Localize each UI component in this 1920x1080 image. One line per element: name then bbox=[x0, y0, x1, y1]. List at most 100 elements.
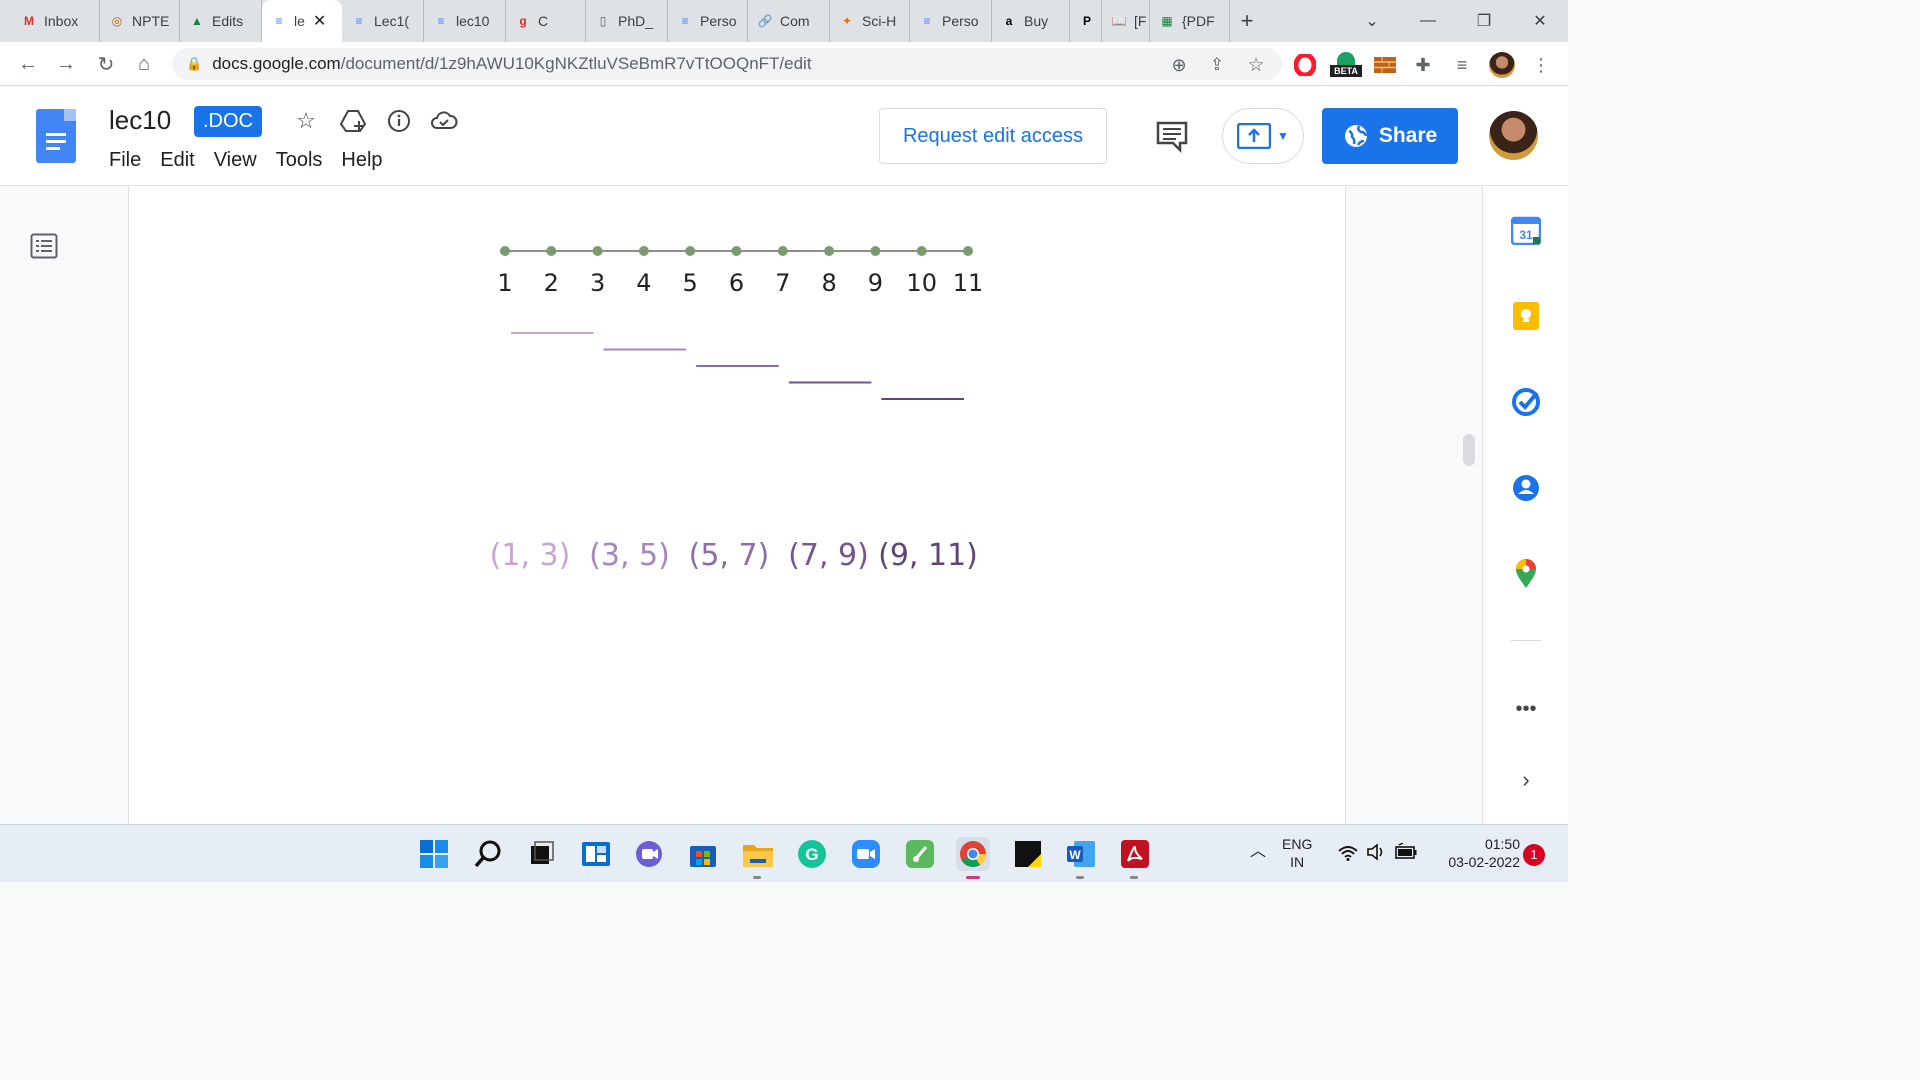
browser-tab[interactable]: a Buy bbox=[992, 0, 1070, 42]
browser-menu-icon[interactable]: ⋮ bbox=[1528, 52, 1554, 78]
volume-icon[interactable] bbox=[1366, 843, 1386, 865]
menu-help[interactable]: Help bbox=[341, 149, 382, 172]
back-icon[interactable]: ← bbox=[14, 50, 42, 78]
teams-chat-icon[interactable] bbox=[632, 837, 666, 871]
number-line-label: 10 bbox=[906, 269, 937, 297]
scrollbar-thumb[interactable] bbox=[1463, 434, 1475, 466]
browser-tab[interactable]: ◎ NPTE bbox=[100, 0, 180, 42]
sticky-notes-icon[interactable] bbox=[1011, 837, 1045, 871]
file-explorer-icon[interactable] bbox=[741, 837, 775, 879]
widgets-icon[interactable] bbox=[579, 837, 613, 871]
present-button[interactable]: ▼ bbox=[1222, 108, 1304, 164]
notification-badge[interactable]: 1 bbox=[1523, 844, 1545, 866]
browser-tab[interactable]: ≡ Lec1( bbox=[342, 0, 424, 42]
search-icon[interactable] bbox=[471, 837, 505, 871]
info-icon[interactable] bbox=[385, 107, 413, 135]
browser-tab[interactable]: ▲ Edits bbox=[180, 0, 262, 42]
opera-icon[interactable] bbox=[1292, 52, 1318, 78]
request-edit-access-button[interactable]: Request edit access bbox=[879, 108, 1107, 164]
chrome-icon[interactable] bbox=[956, 837, 990, 879]
reload-icon[interactable]: ↻ bbox=[92, 50, 120, 78]
wifi-icon[interactable] bbox=[1338, 845, 1358, 865]
grammarly-icon[interactable]: G bbox=[795, 837, 829, 871]
tab-label: lec10 bbox=[456, 13, 490, 29]
more-addons-icon[interactable]: ••• bbox=[1510, 693, 1542, 725]
maps-icon[interactable] bbox=[1510, 558, 1542, 590]
close-window-icon[interactable]: ✕ bbox=[1512, 0, 1568, 42]
acrobat-icon[interactable] bbox=[1118, 837, 1152, 879]
menu-tools[interactable]: Tools bbox=[276, 149, 323, 172]
menu-file[interactable]: File bbox=[109, 149, 141, 172]
pdf-site-icon: ▦ bbox=[1161, 14, 1173, 28]
extensions-puzzle-icon[interactable]: ✚ bbox=[1410, 52, 1436, 78]
zoom-icon[interactable]: ⊕ bbox=[1166, 52, 1192, 78]
restore-icon[interactable]: ❐ bbox=[1456, 0, 1512, 42]
home-icon[interactable]: ⌂ bbox=[130, 50, 158, 78]
menu-view[interactable]: View bbox=[214, 149, 257, 172]
minimize-icon[interactable]: — bbox=[1400, 0, 1456, 42]
url-field[interactable]: 🔒 docs.google.com/document/d/1z9hAWU10Kg… bbox=[172, 48, 1282, 80]
add-to-drive-icon[interactable] bbox=[339, 107, 367, 135]
tab-label: Perso bbox=[942, 13, 979, 29]
docs-logo-icon[interactable] bbox=[36, 109, 76, 163]
bookmark-star-icon[interactable]: ☆ bbox=[1243, 52, 1269, 78]
account-avatar[interactable] bbox=[1489, 111, 1538, 160]
share-page-icon[interactable]: ⇪ bbox=[1204, 52, 1230, 78]
document-outline-icon[interactable] bbox=[30, 232, 58, 260]
tab-active[interactable]: ≡ le ✕ bbox=[262, 0, 342, 42]
browser-tab[interactable]: P bbox=[1070, 0, 1102, 42]
language-indicator[interactable]: ENG IN bbox=[1282, 835, 1312, 871]
keep-icon[interactable] bbox=[1510, 300, 1542, 332]
tab-label: Inbox bbox=[44, 13, 79, 29]
windows-start-icon[interactable] bbox=[417, 837, 451, 871]
interval-label: (3, 5) bbox=[589, 538, 670, 573]
browser-tab[interactable]: 📖 [F bbox=[1102, 0, 1150, 42]
forward-icon[interactable]: → bbox=[52, 50, 80, 78]
browser-tab[interactable]: gC bbox=[506, 0, 586, 42]
zoom-app-icon[interactable] bbox=[849, 837, 883, 871]
document-title[interactable]: lec10 bbox=[109, 105, 171, 136]
green-app-icon[interactable] bbox=[903, 837, 937, 871]
close-tab-icon[interactable]: ✕ bbox=[313, 11, 326, 31]
tab-search-icon[interactable]: ⌄ bbox=[1344, 0, 1400, 42]
profile-avatar[interactable] bbox=[1489, 52, 1515, 78]
browser-tab[interactable]: ≡ lec10 bbox=[424, 0, 506, 42]
calendar-icon[interactable]: 31 bbox=[1510, 214, 1542, 246]
browser-tab[interactable]: 🔗 Com bbox=[748, 0, 830, 42]
browser-tab[interactable]: ▦ {PDF bbox=[1150, 0, 1230, 42]
browser-tab[interactable]: M Inbox bbox=[12, 0, 100, 42]
tab-label: Lec1( bbox=[374, 13, 410, 29]
show-hidden-icons[interactable]: ︿ bbox=[1250, 843, 1266, 861]
browser-tab[interactable]: ≡ Perso bbox=[910, 0, 992, 42]
present-dropdown-icon[interactable]: ▼ bbox=[1277, 129, 1289, 143]
word-icon[interactable]: W bbox=[1064, 837, 1098, 879]
browser-tab[interactable]: ✦ Sci-H bbox=[830, 0, 910, 42]
task-view-icon[interactable] bbox=[524, 837, 558, 871]
contacts-icon[interactable] bbox=[1510, 472, 1542, 504]
cloud-saved-icon[interactable] bbox=[430, 107, 458, 135]
clock[interactable]: 01:50 03-02-2022 bbox=[1428, 835, 1520, 871]
microsoft-store-icon[interactable] bbox=[686, 837, 720, 871]
browser-tab[interactable]: ≡ Perso bbox=[668, 0, 748, 42]
tab-label: Perso bbox=[700, 13, 737, 29]
tab-label: Com bbox=[780, 13, 810, 29]
star-icon[interactable]: ☆ bbox=[292, 107, 320, 135]
expand-panel-icon[interactable]: › bbox=[1510, 764, 1542, 796]
tab-label: Buy bbox=[1024, 13, 1049, 29]
comment-history-icon[interactable] bbox=[1154, 117, 1190, 154]
side-panel-divider bbox=[1511, 640, 1541, 641]
globe-icon bbox=[1344, 125, 1368, 147]
document-workspace: 1 2 3 4 5 6 7 8 9 10 11 (1, 3) (3, 5) (5, 7) (7, 9) (9,… bbox=[0, 186, 1568, 824]
share-button[interactable]: Share bbox=[1322, 108, 1458, 164]
number-line-dot bbox=[824, 246, 835, 256]
beta-extension-icon[interactable]: BETA bbox=[1330, 52, 1362, 78]
document-page[interactable]: 1 2 3 4 5 6 7 8 9 10 11 (1, 3) (3, 5) (5, 7) (7, 9) (9,… bbox=[128, 186, 1346, 824]
menu-edit[interactable]: Edit bbox=[160, 149, 194, 172]
reading-list-icon[interactable]: ≡ bbox=[1449, 52, 1475, 78]
brick-extension-icon[interactable] bbox=[1372, 52, 1398, 78]
file-type-badge: .DOC bbox=[194, 106, 262, 137]
tasks-icon[interactable] bbox=[1510, 386, 1542, 418]
battery-icon[interactable] bbox=[1395, 842, 1417, 865]
new-tab-button[interactable]: + bbox=[1230, 0, 1264, 42]
browser-tab[interactable]: ▯ PhD_ bbox=[586, 0, 668, 42]
